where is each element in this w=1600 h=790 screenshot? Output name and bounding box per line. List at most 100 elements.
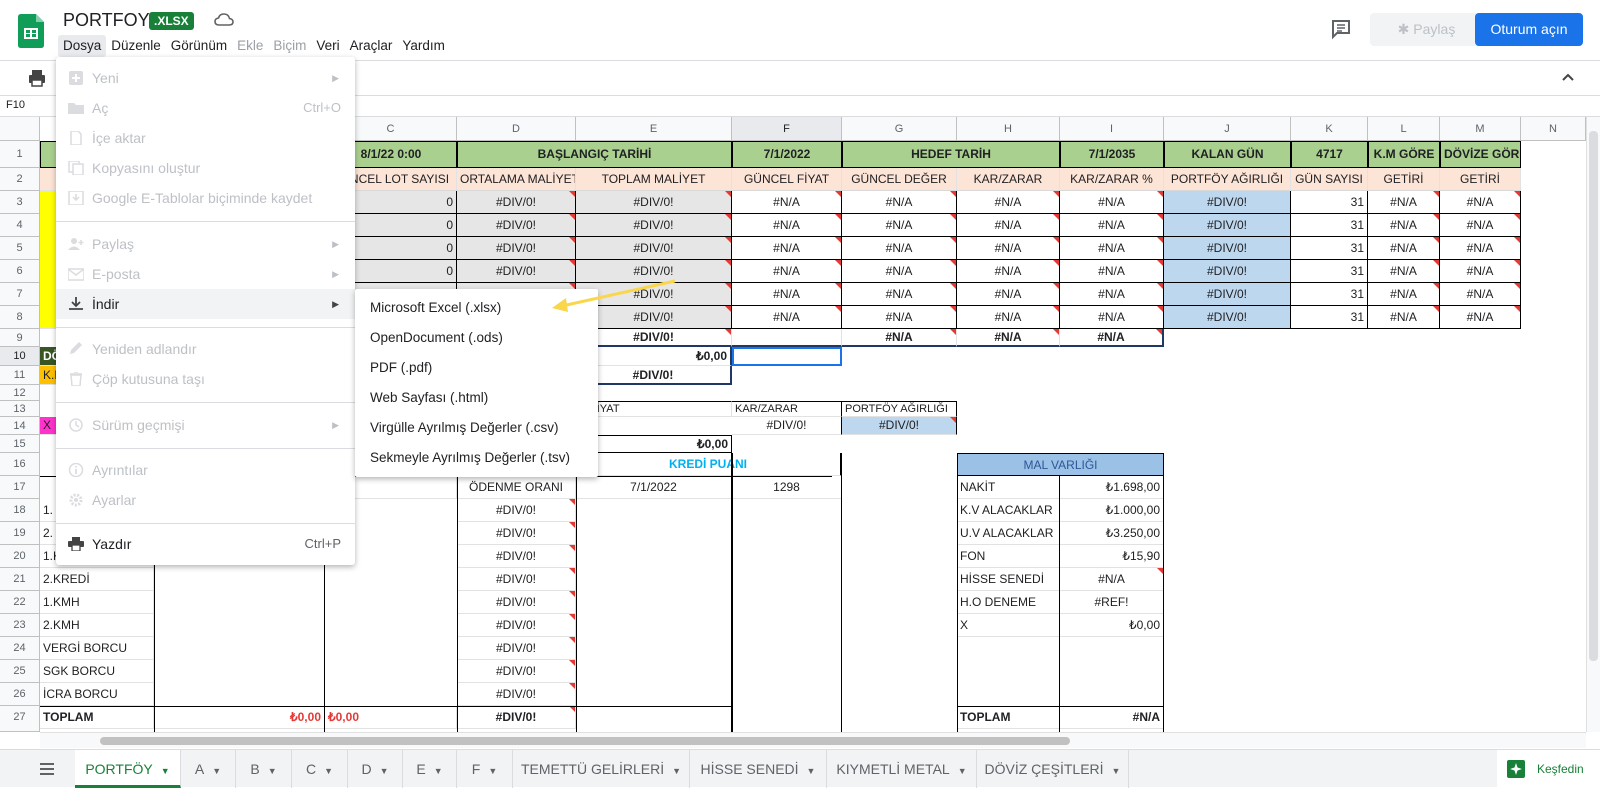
horizontal-scrollbar[interactable] (40, 732, 1586, 748)
explore-button[interactable]: Keşfedin (1497, 750, 1600, 788)
row-header[interactable]: 1 (0, 141, 40, 168)
column-header[interactable]: F (732, 117, 842, 141)
cell[interactable]: #N/A (842, 260, 957, 283)
cell[interactable]: 31 (1291, 214, 1368, 237)
download-pdf-option[interactable]: PDF (.pdf) (355, 353, 598, 383)
row-header[interactable]: 12 (0, 385, 40, 401)
tab-e[interactable]: E ▼ (403, 750, 457, 788)
column-header[interactable]: K (1291, 117, 1368, 141)
menu-item-rename[interactable]: Yeniden adlandır (56, 334, 355, 364)
comment-icon[interactable] (1330, 18, 1352, 40)
cloud-status-icon[interactable] (214, 12, 234, 28)
row-header[interactable]: 25 (0, 660, 40, 683)
cell[interactable]: BAŞLANGIÇ TARİHİ (457, 141, 732, 168)
cell[interactable]: #DIV/0! (1164, 283, 1291, 306)
cell[interactable]: GETİRİ (1440, 168, 1521, 191)
cell[interactable]: KREDİ PUANI (576, 453, 842, 476)
menu-help[interactable]: Yardım (397, 35, 450, 57)
cell[interactable]: #DIV/0! (1164, 260, 1291, 283)
row-header[interactable]: 13 (0, 401, 40, 417)
row-header[interactable]: 20 (0, 545, 40, 568)
menu-tools[interactable]: Araçlar (345, 35, 398, 57)
cell[interactable]: #N/A (842, 283, 957, 306)
cell[interactable]: ₺0,00 (325, 706, 457, 729)
cell[interactable]: #DIV/0! (457, 568, 576, 591)
cell[interactable]: #N/A (1060, 237, 1164, 260)
cell[interactable]: 31 (1291, 283, 1368, 306)
cell[interactable]: ÖDENME ORANI (457, 476, 576, 499)
cell[interactable]: #DIV/0! (457, 545, 576, 568)
row-header[interactable]: 24 (0, 637, 40, 660)
cell[interactable]: #DIV/0! (457, 706, 576, 729)
menu-item-save-as-sheets[interactable]: Google E-Tablolar biçiminde kaydet (56, 183, 355, 213)
cell[interactable]: MAL VARLIĞI (957, 453, 1164, 476)
cell[interactable]: GÜNCEL FİYAT (732, 168, 842, 191)
cell[interactable]: ₺0,00 (576, 347, 732, 366)
scroll-thumb[interactable] (1589, 131, 1598, 661)
cell[interactable]: #DIV/0! (457, 637, 576, 660)
cell[interactable]: #N/A (1440, 191, 1521, 214)
tab-b[interactable]: B ▼ (236, 750, 292, 788)
menu-item-make-copy[interactable]: Kopyasını oluştur (56, 153, 355, 183)
selected-cell-f10[interactable] (732, 347, 842, 366)
cell[interactable]: 31 (1291, 237, 1368, 260)
name-box[interactable]: F10 (6, 99, 25, 111)
tab-kiymetli-metal[interactable]: KIYMETLİ METAL ▼ (827, 750, 977, 788)
menu-insert[interactable]: Ekle (232, 35, 268, 57)
cell[interactable]: #N/A (1368, 306, 1440, 329)
cell[interactable]: #DIV/0! (732, 417, 842, 435)
cell[interactable]: #N/A (732, 237, 842, 260)
cell[interactable]: #N/A (1060, 283, 1164, 306)
collapse-chevron-icon[interactable] (1560, 69, 1576, 85)
cell[interactable]: 1.KMH (40, 591, 154, 614)
cell[interactable]: #N/A (1440, 237, 1521, 260)
cell[interactable]: 31 (1291, 260, 1368, 283)
cell[interactable]: #DIV/0! (576, 237, 732, 260)
cell[interactable]: KALAN GÜN (1164, 141, 1291, 168)
scroll-thumb[interactable] (100, 737, 1070, 745)
row-header[interactable]: 2 (0, 168, 40, 191)
cell[interactable]: #REF! (1060, 591, 1164, 614)
tab-portfoy[interactable]: PORTFÖY ▼ (75, 750, 181, 788)
menu-item-import[interactable]: İçe aktar (56, 123, 355, 153)
document-title[interactable]: PORTFOY (63, 10, 150, 31)
cell[interactable]: #N/A (957, 283, 1060, 306)
cell[interactable]: #DIV/0! (842, 417, 957, 435)
cell[interactable]: ₺15,90 (1060, 545, 1164, 568)
menu-item-new[interactable]: Yeni ▶ (56, 63, 355, 93)
vertical-scrollbar[interactable] (1586, 117, 1600, 732)
cell[interactable]: X (957, 614, 1060, 637)
cell[interactable]: #N/A (1368, 283, 1440, 306)
menu-view[interactable]: Görünüm (166, 35, 232, 57)
cell[interactable]: #N/A (957, 306, 1060, 329)
cell[interactable]: #DIV/0! (576, 329, 732, 347)
cell[interactable]: U.V ALACAKLAR (957, 522, 1060, 545)
cell[interactable]: 7/1/2022 (732, 141, 842, 168)
menu-item-move-to-trash[interactable]: Çöp kutusuna taşı (56, 364, 355, 394)
cell[interactable]: 31 (1291, 306, 1368, 329)
cell[interactable]: ₺1.000,00 (1060, 499, 1164, 522)
sign-in-button[interactable]: Oturum açın (1475, 13, 1583, 46)
cell[interactable]: TOPLAM (40, 706, 154, 729)
cell[interactable]: #DIV/0! (1164, 214, 1291, 237)
row-header[interactable]: 21 (0, 568, 40, 591)
row-header[interactable]: 17 (0, 476, 40, 499)
cell[interactable]: #DIV/0! (1164, 306, 1291, 329)
row-header[interactable]: 6 (0, 260, 40, 283)
select-all-corner[interactable] (0, 117, 40, 141)
column-header[interactable]: G (842, 117, 957, 141)
column-header[interactable]: H (957, 117, 1060, 141)
cell[interactable]: #DIV/0! (1164, 237, 1291, 260)
cell[interactable]: #DIV/0! (457, 591, 576, 614)
cell[interactable]: #N/A (1440, 306, 1521, 329)
menu-file[interactable]: Dosya (58, 35, 107, 57)
download-csv-option[interactable]: Virgülle Ayrılmış Değerler (.csv) (355, 413, 598, 443)
cell[interactable]: 1298 (732, 476, 842, 499)
cell[interactable]: 2.KREDİ (40, 568, 154, 591)
cell[interactable]: GETİRİ (1368, 168, 1440, 191)
cell[interactable]: #N/A (842, 237, 957, 260)
cell[interactable]: #N/A (1440, 283, 1521, 306)
menu-item-download[interactable]: İndir ▶ (56, 289, 355, 319)
cell[interactable]: 31 (1291, 191, 1368, 214)
column-header[interactable]: M (1440, 117, 1521, 141)
